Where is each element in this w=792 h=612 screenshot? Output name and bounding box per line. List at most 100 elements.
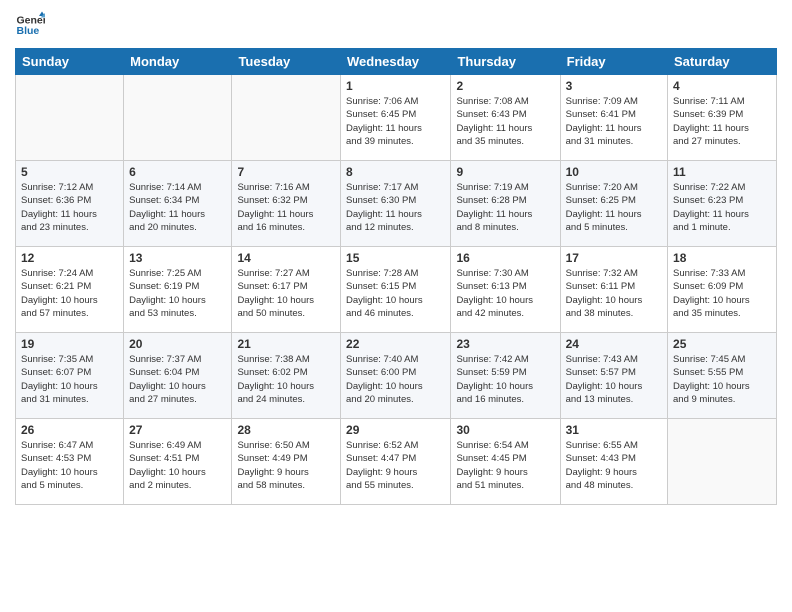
day-info: Sunrise: 7:30 AM Sunset: 6:13 PM Dayligh… (456, 267, 554, 320)
weekday-wednesday: Wednesday (341, 49, 451, 75)
calendar-cell: 16Sunrise: 7:30 AM Sunset: 6:13 PM Dayli… (451, 247, 560, 333)
day-number: 3 (566, 79, 662, 93)
day-number: 17 (566, 251, 662, 265)
day-info: Sunrise: 7:09 AM Sunset: 6:41 PM Dayligh… (566, 95, 662, 148)
weekday-thursday: Thursday (451, 49, 560, 75)
calendar-week-5: 26 Sunrise: 6:47 AM Sunset: 4:53 PM Dayli… (16, 419, 777, 505)
day-info: Sunrise: 7:08 AM Sunset: 6:43 PM Dayligh… (456, 95, 554, 148)
calendar-cell: 29 Sunrise: 6:52 AM Sunset: 4:47 PM Dayli… (341, 419, 451, 505)
day-number: 4 (673, 79, 771, 93)
day-info: Sunrise: 7:11 AM Sunset: 6:39 PM Dayligh… (673, 95, 771, 148)
day-number: 23 (456, 337, 554, 351)
weekday-monday: Monday (124, 49, 232, 75)
day-number: 5 (21, 165, 118, 179)
day-info: Sunrise: 7:32 AM Sunset: 6:11 PM Dayligh… (566, 267, 662, 320)
day-info: Sunrise: 6:54 AM Sunset: 4:45 PM Dayligh… (456, 439, 554, 492)
calendar-cell: 24Sunrise: 7:43 AM Sunset: 5:57 PM Dayli… (560, 333, 667, 419)
day-number: 6 (129, 165, 226, 179)
calendar-cell: 25 Sunrise: 7:45 AM Sunset: 5:55 PM Dayli… (668, 333, 777, 419)
calendar-cell (232, 75, 341, 161)
day-number: 29 (346, 423, 445, 437)
day-info: Sunrise: 7:38 AM Sunset: 6:02 PM Dayligh… (237, 353, 335, 406)
day-info: Sunrise: 6:49 AM Sunset: 4:51 PM Dayligh… (129, 439, 226, 492)
calendar-cell: 27 Sunrise: 6:49 AM Sunset: 4:51 PM Dayli… (124, 419, 232, 505)
day-info: Sunrise: 7:19 AM Sunset: 6:28 PM Dayligh… (456, 181, 554, 234)
calendar-cell: 12 Sunrise: 7:24 AM Sunset: 6:21 PM Dayli… (16, 247, 124, 333)
calendar-cell: 13 Sunrise: 7:25 AM Sunset: 6:19 PM Dayli… (124, 247, 232, 333)
calendar-cell: 18 Sunrise: 7:33 AM Sunset: 6:09 PM Dayli… (668, 247, 777, 333)
calendar-cell: 5 Sunrise: 7:12 AM Sunset: 6:36 PM Daylig… (16, 161, 124, 247)
weekday-sunday: Sunday (16, 49, 124, 75)
day-info: Sunrise: 7:14 AM Sunset: 6:34 PM Dayligh… (129, 181, 226, 234)
calendar-cell: 23 Sunrise: 7:42 AM Sunset: 5:59 PM Dayli… (451, 333, 560, 419)
calendar-cell: 15 Sunrise: 7:28 AM Sunset: 6:15 PM Dayli… (341, 247, 451, 333)
day-number: 15 (346, 251, 445, 265)
calendar-cell (124, 75, 232, 161)
day-number: 24 (566, 337, 662, 351)
day-number: 30 (456, 423, 554, 437)
day-number: 14 (237, 251, 335, 265)
day-info: Sunrise: 7:37 AM Sunset: 6:04 PM Dayligh… (129, 353, 226, 406)
day-info: Sunrise: 7:27 AM Sunset: 6:17 PM Dayligh… (237, 267, 335, 320)
day-number: 12 (21, 251, 118, 265)
svg-text:Blue: Blue (17, 25, 40, 37)
calendar-week-1: 1Sunrise: 7:06 AM Sunset: 6:45 PM Daylig… (16, 75, 777, 161)
weekday-tuesday: Tuesday (232, 49, 341, 75)
day-number: 1 (346, 79, 445, 93)
logo-icon: General Blue (15, 10, 45, 40)
day-number: 18 (673, 251, 771, 265)
calendar-cell: 28 Sunrise: 6:50 AM Sunset: 4:49 PM Dayli… (232, 419, 341, 505)
day-number: 27 (129, 423, 226, 437)
calendar-cell: 11 Sunrise: 7:22 AM Sunset: 6:23 PM Dayli… (668, 161, 777, 247)
day-info: Sunrise: 6:50 AM Sunset: 4:49 PM Dayligh… (237, 439, 335, 492)
weekday-header-row: SundayMondayTuesdayWednesdayThursdayFrid… (16, 49, 777, 75)
calendar-cell (16, 75, 124, 161)
day-info: Sunrise: 7:12 AM Sunset: 6:36 PM Dayligh… (21, 181, 118, 234)
day-info: Sunrise: 7:42 AM Sunset: 5:59 PM Dayligh… (456, 353, 554, 406)
day-number: 28 (237, 423, 335, 437)
day-number: 22 (346, 337, 445, 351)
calendar-week-2: 5 Sunrise: 7:12 AM Sunset: 6:36 PM Daylig… (16, 161, 777, 247)
day-info: Sunrise: 7:28 AM Sunset: 6:15 PM Dayligh… (346, 267, 445, 320)
calendar-week-3: 12 Sunrise: 7:24 AM Sunset: 6:21 PM Dayli… (16, 247, 777, 333)
day-info: Sunrise: 7:17 AM Sunset: 6:30 PM Dayligh… (346, 181, 445, 234)
day-number: 7 (237, 165, 335, 179)
calendar-cell (668, 419, 777, 505)
day-number: 13 (129, 251, 226, 265)
day-info: Sunrise: 7:33 AM Sunset: 6:09 PM Dayligh… (673, 267, 771, 320)
calendar-cell: 22 Sunrise: 7:40 AM Sunset: 6:00 PM Dayli… (341, 333, 451, 419)
calendar-cell: 19 Sunrise: 7:35 AM Sunset: 6:07 PM Dayli… (16, 333, 124, 419)
day-number: 25 (673, 337, 771, 351)
calendar-cell: 8Sunrise: 7:17 AM Sunset: 6:30 PM Daylig… (341, 161, 451, 247)
day-number: 2 (456, 79, 554, 93)
calendar-cell: 30 Sunrise: 6:54 AM Sunset: 4:45 PM Dayli… (451, 419, 560, 505)
day-info: Sunrise: 7:25 AM Sunset: 6:19 PM Dayligh… (129, 267, 226, 320)
day-info: Sunrise: 7:45 AM Sunset: 5:55 PM Dayligh… (673, 353, 771, 406)
calendar-cell: 2 Sunrise: 7:08 AM Sunset: 6:43 PM Daylig… (451, 75, 560, 161)
day-number: 20 (129, 337, 226, 351)
logo: General Blue (15, 10, 45, 40)
day-number: 11 (673, 165, 771, 179)
calendar-cell: 21Sunrise: 7:38 AM Sunset: 6:02 PM Dayli… (232, 333, 341, 419)
day-info: Sunrise: 7:35 AM Sunset: 6:07 PM Dayligh… (21, 353, 118, 406)
header: General Blue (15, 10, 777, 40)
day-info: Sunrise: 7:22 AM Sunset: 6:23 PM Dayligh… (673, 181, 771, 234)
calendar-cell: 4 Sunrise: 7:11 AM Sunset: 6:39 PM Daylig… (668, 75, 777, 161)
weekday-saturday: Saturday (668, 49, 777, 75)
calendar-week-4: 19 Sunrise: 7:35 AM Sunset: 6:07 PM Dayli… (16, 333, 777, 419)
calendar-cell: 20 Sunrise: 7:37 AM Sunset: 6:04 PM Dayli… (124, 333, 232, 419)
day-info: Sunrise: 6:52 AM Sunset: 4:47 PM Dayligh… (346, 439, 445, 492)
day-info: Sunrise: 7:20 AM Sunset: 6:25 PM Dayligh… (566, 181, 662, 234)
calendar-cell: 31Sunrise: 6:55 AM Sunset: 4:43 PM Dayli… (560, 419, 667, 505)
day-info: Sunrise: 7:24 AM Sunset: 6:21 PM Dayligh… (21, 267, 118, 320)
page: General Blue SundayMondayTuesdayWednesda… (0, 0, 792, 612)
day-number: 26 (21, 423, 118, 437)
calendar-table: SundayMondayTuesdayWednesdayThursdayFrid… (15, 48, 777, 505)
day-number: 19 (21, 337, 118, 351)
day-info: Sunrise: 7:40 AM Sunset: 6:00 PM Dayligh… (346, 353, 445, 406)
day-info: Sunrise: 6:47 AM Sunset: 4:53 PM Dayligh… (21, 439, 118, 492)
day-number: 9 (456, 165, 554, 179)
calendar-cell: 14 Sunrise: 7:27 AM Sunset: 6:17 PM Dayli… (232, 247, 341, 333)
calendar-cell: 10Sunrise: 7:20 AM Sunset: 6:25 PM Dayli… (560, 161, 667, 247)
calendar-cell: 17 Sunrise: 7:32 AM Sunset: 6:11 PM Dayli… (560, 247, 667, 333)
